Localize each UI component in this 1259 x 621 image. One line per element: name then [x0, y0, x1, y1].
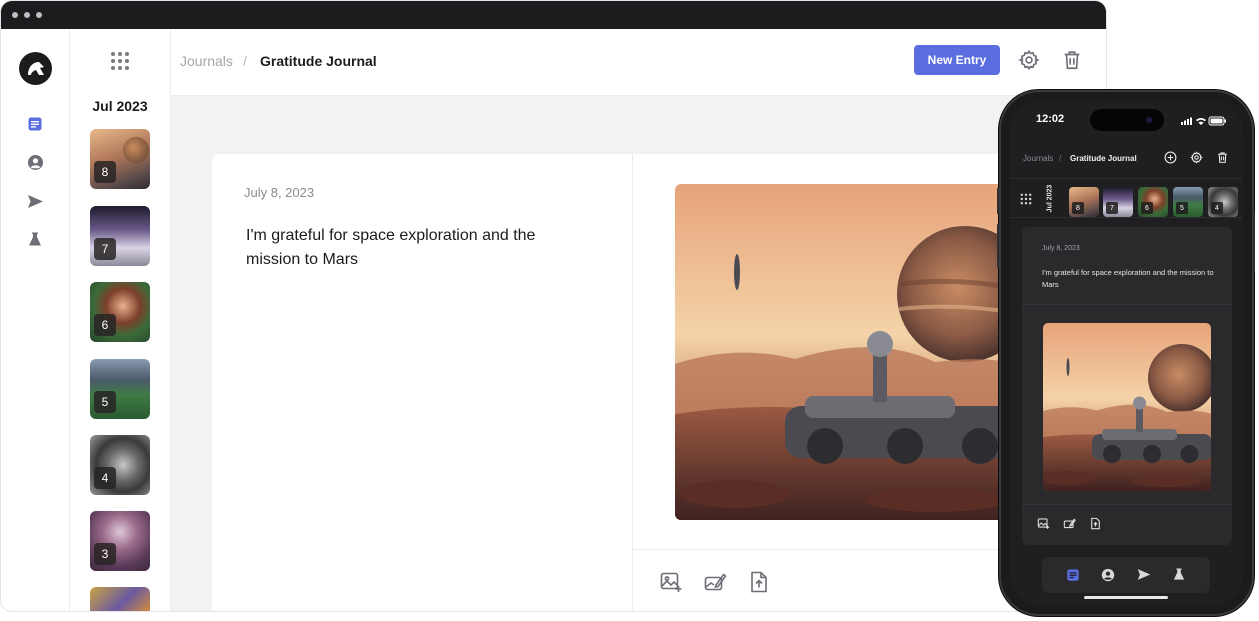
journal-icon[interactable]	[26, 115, 44, 133]
phone-edit-image-icon[interactable]	[1063, 517, 1076, 530]
entry-image[interactable]	[675, 184, 1035, 520]
phone-thumbnail-strip: Jul 2023 8 7 6 5 4	[1010, 178, 1243, 218]
phone-breadcrumb-separator: /	[1059, 154, 1062, 163]
phone-grid-dots-icon[interactable]	[1020, 192, 1032, 210]
phone-time: 12:02	[1036, 113, 1065, 125]
entry-date: July 8, 2023	[244, 185, 315, 200]
new-entry-button[interactable]: New Entry	[914, 45, 1000, 75]
phone-breadcrumb-root[interactable]: Journals	[1023, 154, 1053, 163]
profile-icon[interactable]	[26, 153, 44, 171]
phone-flask-icon[interactable]	[1173, 568, 1187, 582]
window-close-button[interactable]	[12, 12, 18, 18]
edit-image-icon[interactable]	[703, 570, 727, 594]
upload-icon[interactable]	[747, 570, 771, 594]
flask-icon[interactable]	[26, 230, 44, 248]
icon-rail	[1, 29, 70, 611]
entry-thumbnail[interactable]	[90, 587, 150, 611]
entry-thumbnail[interactable]: 7	[90, 206, 150, 266]
entry-thumbnail[interactable]: 8	[90, 129, 150, 189]
divider	[1022, 504, 1232, 505]
phone-day-badge: 6	[1141, 202, 1153, 214]
entry-day-badge: 8	[94, 161, 116, 183]
phone-entry-thumbnail[interactable]: 7	[1103, 187, 1133, 217]
phone-screen: 12:02 Journals / Gratitude Journal Jul 2…	[1010, 100, 1243, 606]
entry-thumbnail[interactable]: 4	[90, 435, 150, 495]
entry-card: July 8, 2023 I'm grateful for space expl…	[212, 154, 632, 611]
title-bar	[1, 1, 1106, 29]
status-icons	[1181, 113, 1227, 131]
phone-trash-icon[interactable]	[1216, 151, 1229, 164]
phone-day-badge: 4	[1211, 202, 1223, 214]
entry-day-badge: 4	[94, 467, 116, 489]
month-label: Jul 2023	[92, 98, 148, 114]
phone-entry-thumbnail[interactable]: 8	[1069, 187, 1099, 217]
phone-add-image-icon[interactable]	[1037, 517, 1050, 530]
phone-day-badge: 7	[1106, 202, 1118, 214]
desktop-window: Jul 2023 8 7 6 5 4 3 Journals / Gratitud…	[0, 0, 1107, 612]
divider	[1022, 304, 1232, 305]
phone-month-label: Jul 2023	[1046, 184, 1054, 213]
grid-dots-icon[interactable]	[110, 51, 130, 76]
breadcrumb-root[interactable]: Journals	[180, 53, 233, 69]
phone-tab-bar	[1042, 557, 1210, 593]
entry-day-badge: 6	[94, 314, 116, 336]
gear-icon[interactable]	[1018, 49, 1040, 71]
phone-entry-text[interactable]: I'm grateful for space exploration and t…	[1042, 267, 1217, 291]
main-content: July 8, 2023 I'm grateful for space expl…	[171, 96, 1106, 611]
phone-new-entry-icon[interactable]	[1164, 151, 1177, 164]
entry-day-badge: 3	[94, 543, 116, 565]
phone-page-title: Gratitude Journal	[1070, 154, 1137, 163]
home-indicator	[1084, 596, 1168, 599]
phone-entry-thumbnail[interactable]: 6	[1138, 187, 1168, 217]
phone-entry-image[interactable]	[1043, 323, 1211, 491]
app-logo-icon[interactable]	[19, 52, 52, 85]
page-title: Gratitude Journal	[260, 53, 377, 69]
dynamic-island	[1090, 109, 1164, 131]
phone-gear-icon[interactable]	[1190, 151, 1203, 164]
phone-journal-icon[interactable]	[1066, 568, 1080, 582]
entry-day-badge: 5	[94, 391, 116, 413]
phone-day-badge: 5	[1176, 202, 1188, 214]
window-maximize-button[interactable]	[36, 12, 42, 18]
phone-upload-icon[interactable]	[1089, 517, 1102, 530]
phone-day-badge: 8	[1072, 202, 1084, 214]
send-icon[interactable]	[26, 192, 44, 210]
entry-thumbnail[interactable]: 3	[90, 511, 150, 571]
phone-device: 12:02 Journals / Gratitude Journal Jul 2…	[997, 90, 1255, 616]
phone-entry-thumbnail[interactable]: 5	[1173, 187, 1203, 217]
phone-entry-date: July 8, 2023	[1042, 245, 1080, 252]
phone-profile-icon[interactable]	[1101, 568, 1115, 582]
phone-entry-card: July 8, 2023 I'm grateful for space expl…	[1022, 227, 1232, 545]
add-image-icon[interactable]	[659, 570, 683, 594]
phone-entry-thumbnail[interactable]: 4	[1208, 187, 1238, 217]
entry-text[interactable]: I'm grateful for space exploration and t…	[246, 224, 576, 272]
header: Journals / Gratitude Journal New Entry	[171, 29, 1106, 96]
window-minimize-button[interactable]	[24, 12, 30, 18]
entries-column: Jul 2023 8 7 6 5 4 3	[70, 29, 171, 611]
phone-send-icon[interactable]	[1137, 568, 1151, 582]
breadcrumb-separator: /	[243, 53, 247, 69]
entry-day-badge: 7	[94, 238, 116, 260]
entry-thumbnail[interactable]: 6	[90, 282, 150, 342]
entry-thumbnail[interactable]: 5	[90, 359, 150, 419]
trash-icon[interactable]	[1061, 49, 1083, 71]
